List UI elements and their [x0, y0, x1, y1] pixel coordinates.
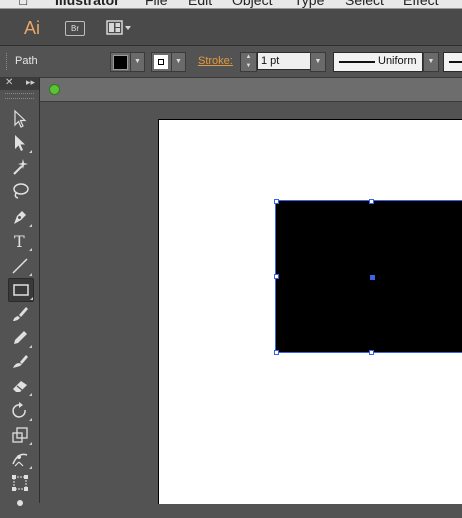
stroke-color-chip [154, 55, 168, 69]
chevron-down-icon[interactable]: ▼ [310, 52, 326, 72]
resize-handle-middle-left[interactable] [274, 274, 279, 279]
paintbrush-tool-icon[interactable] [8, 303, 32, 325]
resize-handle-bottom-center[interactable] [369, 350, 374, 355]
pen-tool-icon[interactable] [8, 206, 32, 228]
center-point [370, 275, 375, 280]
menu-object[interactable]: Object [232, 0, 272, 8]
stroke-weight-stepper[interactable]: ▲ ▼ [240, 52, 257, 72]
application-bar: Ai Br [0, 9, 462, 46]
lasso-tool-icon[interactable] [8, 180, 32, 202]
profile-label: Uniform [378, 55, 417, 67]
selection-bounding-box [275, 200, 462, 353]
symbol-sprayer-tool-icon[interactable] [8, 496, 32, 518]
menu-type[interactable]: Type [294, 0, 324, 8]
document-tab-bar [40, 78, 462, 102]
chevron-down-icon: ▼ [171, 53, 185, 71]
control-panel: Path ▼ ▼ Stroke: ▲ ▼ 1 pt ▼ Uniform ▼ [0, 46, 462, 78]
artboard[interactable] [158, 119, 462, 504]
selection-tool-icon[interactable] [8, 108, 32, 130]
pencil-tool-icon[interactable] [8, 327, 32, 349]
direct-selection-tool-icon[interactable] [8, 132, 32, 154]
variable-width-profile-select[interactable]: Uniform [333, 52, 423, 72]
app-logo: Ai [24, 18, 41, 38]
blob-brush-tool-icon[interactable] [8, 351, 32, 373]
rotate-tool-icon[interactable] [8, 400, 32, 422]
rectangle-tool-icon[interactable] [8, 278, 34, 302]
uniform-profile-line [339, 61, 375, 63]
magic-wand-tool-icon[interactable] [8, 156, 32, 178]
selection-type-label: Path [15, 55, 38, 67]
resize-handle-bottom-left[interactable] [274, 350, 279, 355]
resize-handle-top-center[interactable] [369, 199, 374, 204]
close-icon[interactable]: ✕ [5, 77, 13, 88]
svg-text:T: T [14, 232, 25, 251]
stroke-panel-link[interactable]: Stroke: [198, 55, 233, 67]
tools-panel: ✕ ▸▸ T [0, 77, 40, 506]
scale-tool-icon[interactable] [8, 424, 32, 446]
free-transform-tool-icon[interactable] [8, 472, 32, 494]
tools-panel-header: ✕ ▸▸ [0, 77, 39, 90]
line-segment-tool-icon[interactable] [8, 255, 32, 277]
width-tool-icon[interactable] [8, 448, 32, 470]
resize-handle-top-left[interactable] [274, 199, 279, 204]
stepper-up-icon[interactable]: ▲ [241, 53, 256, 62]
menu-effect[interactable]: Effect [403, 0, 439, 8]
chevron-down-icon: ▼ [130, 53, 144, 71]
arrange-documents-icon[interactable] [106, 20, 134, 41]
menu-file[interactable]: File [145, 0, 168, 8]
bridge-button[interactable]: Br [65, 21, 85, 36]
canvas-area[interactable] [40, 102, 462, 504]
menu-app-name[interactable]: Illustrator [55, 0, 120, 8]
stroke-swatch[interactable]: ▼ [151, 52, 186, 72]
menu-select[interactable]: Select [345, 0, 384, 8]
brush-definition-select[interactable] [443, 52, 462, 72]
menu-edit[interactable]: Edit [188, 0, 212, 8]
chevron-down-icon[interactable]: ▼ [423, 52, 439, 72]
eraser-tool-icon[interactable] [8, 375, 32, 397]
stroke-weight-field[interactable]: 1 pt [257, 52, 311, 70]
type-tool-icon[interactable]: T [8, 230, 32, 252]
expand-panel-icon[interactable]: ▸▸ [26, 77, 35, 88]
tools-grip[interactable] [5, 93, 34, 99]
panel-grip[interactable] [6, 53, 9, 70]
menu-bar:  Illustrator File Edit Object Type Sele… [0, 0, 462, 9]
close-document-icon[interactable] [49, 84, 60, 95]
brush-line [449, 61, 462, 63]
fill-swatch[interactable]: ▼ [110, 52, 145, 72]
fill-color-chip [113, 55, 128, 70]
stepper-down-icon[interactable]: ▼ [241, 62, 256, 71]
apple-menu-icon[interactable]:  [18, 0, 29, 8]
